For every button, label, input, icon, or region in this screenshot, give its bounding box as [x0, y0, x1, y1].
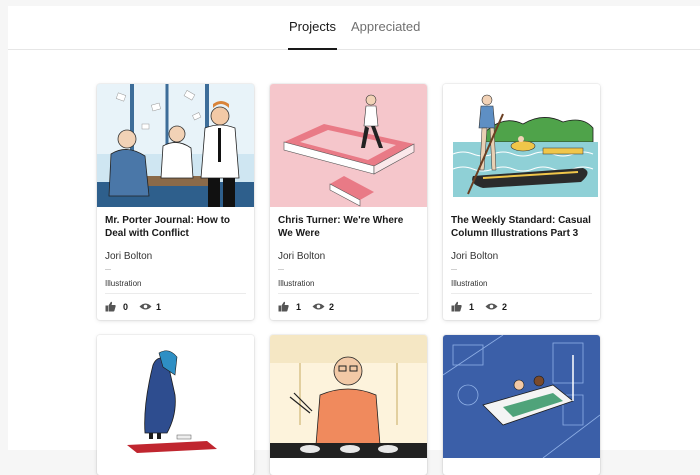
project-title[interactable]: Chris Turner: We're Where We Were [278, 214, 420, 240]
separator [105, 269, 111, 270]
appreciation-count: 1 [469, 302, 475, 312]
card-divider [278, 293, 419, 294]
separator [278, 269, 284, 270]
appreciation-count: 0 [123, 302, 129, 312]
card-divider [451, 293, 592, 294]
view-count: 2 [502, 302, 508, 312]
thumbs-up-icon [105, 301, 116, 312]
project-field[interactable]: Illustration [105, 279, 141, 288]
eye-icon [485, 303, 498, 310]
project-card[interactable]: The Weekly Standard: Casual Column Illus… [443, 84, 600, 320]
project-field[interactable]: Illustration [278, 279, 314, 288]
project-card[interactable]: Chris Turner: We're Where We Were Jori B… [270, 84, 427, 320]
card-divider [105, 293, 246, 294]
project-title[interactable]: Mr. Porter Journal: How to Deal with Con… [105, 214, 247, 240]
tab-appreciated[interactable]: Appreciated [351, 19, 420, 49]
project-thumbnail[interactable] [97, 84, 254, 207]
separator [451, 269, 457, 270]
thumbs-up-icon [451, 301, 462, 312]
project-owner[interactable]: Jori Bolton [278, 251, 325, 262]
project-card[interactable] [97, 335, 254, 475]
profile-content-panel: Projects Appreciated Mr. Porter Journal:… [8, 6, 700, 475]
view-count: 2 [329, 302, 335, 312]
project-card[interactable] [443, 335, 600, 475]
project-thumbnail[interactable] [443, 335, 600, 458]
appreciation-count: 1 [296, 302, 302, 312]
profile-tabs: Projects Appreciated [8, 6, 700, 50]
project-thumbnail[interactable] [270, 335, 427, 458]
project-field[interactable]: Illustration [451, 279, 487, 288]
eye-icon [139, 303, 152, 310]
project-thumbnail[interactable] [270, 84, 427, 207]
tab-projects[interactable]: Projects [288, 19, 337, 50]
project-card[interactable] [270, 335, 427, 475]
project-card[interactable]: Mr. Porter Journal: How to Deal with Con… [97, 84, 254, 320]
project-thumbnail[interactable] [443, 84, 600, 207]
thumbs-up-icon [278, 301, 289, 312]
project-thumbnail[interactable] [97, 335, 254, 458]
project-owner[interactable]: Jori Bolton [451, 251, 498, 262]
eye-icon [312, 303, 325, 310]
view-count: 1 [156, 302, 162, 312]
project-owner[interactable]: Jori Bolton [105, 251, 152, 262]
project-title[interactable]: The Weekly Standard: Casual Column Illus… [451, 214, 593, 240]
